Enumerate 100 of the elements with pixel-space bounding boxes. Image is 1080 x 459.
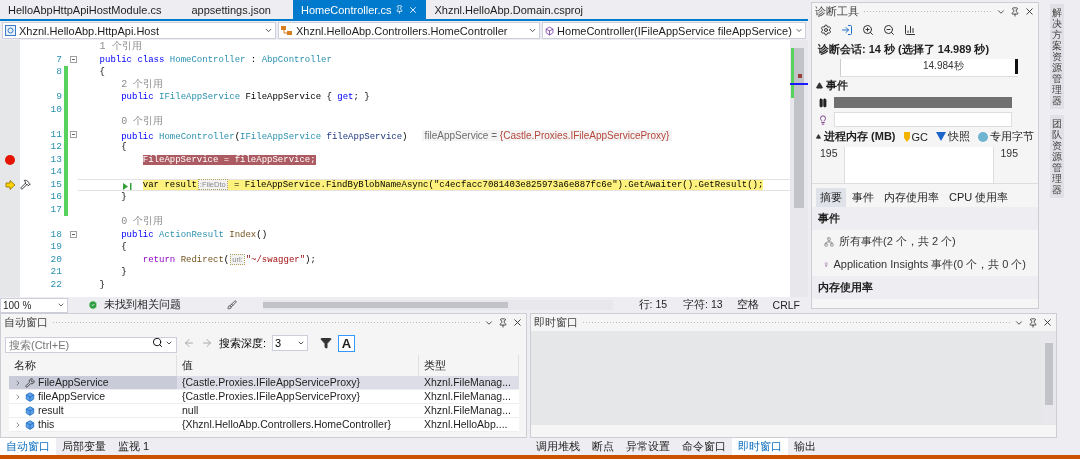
panel-tab[interactable]: 命令窗口 bbox=[676, 438, 732, 455]
issues-status[interactable]: 未找到相关问题 bbox=[104, 298, 181, 312]
events-link[interactable]: 所有事件(2 个，共 2 个) bbox=[839, 234, 956, 249]
name-cell[interactable]: fileAppService bbox=[9, 390, 177, 404]
side-tab[interactable]: 解决方案资源管理器 bbox=[1050, 4, 1064, 109]
name-cell[interactable]: FileAppService bbox=[9, 376, 177, 390]
diagnostics-tab[interactable]: 内存使用率 bbox=[880, 188, 943, 207]
diagnostics-tab[interactable]: 事件 bbox=[848, 188, 878, 207]
pin-icon[interactable] bbox=[1028, 317, 1038, 328]
reference-count[interactable]: 1 个引用 bbox=[99, 41, 142, 52]
horizontal-scrollbar[interactable] bbox=[263, 300, 613, 310]
search-field[interactable]: 搜索(Ctrl+E) bbox=[5, 337, 177, 353]
run-to-click-icon[interactable] bbox=[123, 182, 134, 190]
document-tab[interactable]: HomeController.cs bbox=[292, 0, 427, 19]
legend-label: GC bbox=[911, 130, 928, 143]
name-cell[interactable]: result bbox=[9, 404, 177, 418]
expand-icon[interactable] bbox=[816, 133, 821, 140]
collapse-toggle[interactable] bbox=[69, 231, 77, 239]
panel-tab[interactable]: 输出 bbox=[788, 438, 822, 455]
code-line: } bbox=[120, 267, 127, 277]
panel-tab[interactable]: 异常设置 bbox=[620, 438, 676, 455]
wrench-icon bbox=[25, 377, 35, 388]
member-dropdown[interactable]: HomeController(IFileAppService fileAppService) bbox=[542, 22, 806, 39]
code-line: public HomeController(IFileAppService fileAppService) bbox=[120, 131, 408, 142]
panel-tab[interactable]: 局部变量 bbox=[56, 438, 112, 455]
caret-icon bbox=[264, 26, 273, 35]
reference-count[interactable]: 0 个引用 bbox=[121, 116, 164, 127]
project-dropdown[interactable]: Xhznl.HelloAbp.HttpApi.Host bbox=[2, 22, 276, 39]
caret-icon bbox=[794, 26, 803, 35]
code-line: { bbox=[120, 242, 127, 252]
pause-icon bbox=[818, 97, 828, 108]
caret-icon bbox=[57, 301, 65, 309]
session-info: 诊断会话: 14 秒 (选择了 14.989 秒) bbox=[817, 42, 991, 57]
name-cell[interactable]: this bbox=[9, 418, 177, 432]
document-tab[interactable]: appsettings.json bbox=[183, 0, 279, 19]
cube-icon bbox=[25, 419, 35, 430]
panel-tab[interactable]: 自动窗口 bbox=[0, 438, 56, 455]
document-tab[interactable]: HelloAbpHttpApiHostModule.cs bbox=[0, 0, 170, 19]
zoom-out-icon[interactable] bbox=[883, 24, 895, 36]
panel-title: 自动窗口 bbox=[4, 315, 48, 330]
timeline-ruler[interactable]: 14.984秒 bbox=[840, 59, 1018, 77]
vertical-scrollbar[interactable] bbox=[1042, 331, 1056, 425]
cube-icon bbox=[25, 391, 35, 402]
close-icon[interactable] bbox=[512, 317, 523, 328]
chart-icon[interactable] bbox=[904, 24, 916, 36]
panel-tab[interactable]: 断点 bbox=[586, 438, 620, 455]
zoom-in-icon[interactable] bbox=[862, 24, 874, 36]
indent-mode[interactable]: 空格 bbox=[736, 298, 759, 312]
value-cell: null bbox=[177, 404, 419, 418]
hammer-icon[interactable] bbox=[20, 179, 31, 191]
close-icon[interactable] bbox=[1042, 317, 1053, 328]
diagnostics-tab[interactable]: CPU 使用率 bbox=[945, 188, 1013, 207]
project-icon bbox=[5, 25, 16, 36]
line-number: 10 bbox=[49, 103, 62, 116]
collapse-toggle[interactable] bbox=[69, 56, 77, 64]
class-dropdown[interactable]: Xhznl.HelloAbp.Controllers.HomeController bbox=[278, 22, 540, 39]
line-number: 20 bbox=[49, 253, 62, 266]
code-line: } bbox=[98, 279, 105, 290]
pin-icon[interactable] bbox=[395, 5, 405, 14]
line-number: 16 bbox=[49, 191, 62, 204]
panel-title: 诊断工具 bbox=[815, 4, 859, 19]
collapse-toggle[interactable] bbox=[69, 131, 77, 139]
line-number: 22 bbox=[49, 278, 62, 291]
settings-icon[interactable] bbox=[820, 24, 832, 36]
line-number: 19 bbox=[49, 241, 62, 254]
expand-icon[interactable] bbox=[816, 82, 823, 89]
reference-count[interactable]: 0 个引用 bbox=[121, 216, 164, 227]
export-icon[interactable] bbox=[841, 24, 853, 36]
zoom-dropdown[interactable]: 100 % bbox=[0, 297, 68, 313]
search-icon[interactable] bbox=[152, 337, 163, 348]
line-number: 12 bbox=[49, 141, 62, 154]
line-number: 17 bbox=[49, 203, 62, 216]
code-line: { bbox=[120, 142, 127, 152]
panel-tab[interactable]: 即时窗口 bbox=[732, 438, 788, 455]
check-icon bbox=[88, 300, 98, 310]
pin-icon[interactable] bbox=[498, 317, 508, 328]
panel-tab[interactable]: 调用堆栈 bbox=[530, 438, 586, 455]
events-link[interactable]: Application Insights 事件(0 个，共 0 个) bbox=[833, 257, 1026, 272]
line-ending[interactable]: CRLF bbox=[772, 299, 800, 311]
line-indicator: 行: 15 bbox=[638, 298, 668, 312]
breakpoint-icon[interactable] bbox=[5, 154, 15, 165]
axis-label: 195 bbox=[1000, 147, 1018, 161]
diagnostics-tab[interactable]: 摘要 bbox=[816, 188, 846, 207]
depth-dropdown[interactable]: 3 bbox=[272, 335, 309, 351]
panel-tab[interactable]: 监视 1 bbox=[112, 438, 156, 455]
pin-icon[interactable] bbox=[1010, 6, 1020, 17]
side-tab[interactable]: 团队资源管理器 bbox=[1050, 115, 1064, 198]
close-icon[interactable] bbox=[1024, 6, 1035, 17]
value-cell: {Castle.Proxies.IFileAppServiceProxy} bbox=[177, 390, 419, 404]
reference-count[interactable]: 2 个引用 bbox=[121, 78, 164, 90]
brush-icon[interactable] bbox=[227, 300, 237, 310]
legend-label: 专用字节 bbox=[990, 129, 1034, 144]
panel-title: 即时窗口 bbox=[534, 315, 578, 330]
code-line: { bbox=[98, 67, 105, 77]
font-toggle[interactable]: A bbox=[338, 334, 356, 352]
scrollbar-map[interactable] bbox=[790, 40, 808, 297]
private-bytes-icon bbox=[978, 131, 988, 142]
pinned-datatip[interactable]: fileAppService = {Castle.Proxies.IFileAppServiceProxy} bbox=[421, 129, 673, 141]
document-tab[interactable]: Xhznl.HelloAbp.Domain.csproj bbox=[426, 0, 592, 19]
filter-icon[interactable] bbox=[320, 337, 333, 349]
